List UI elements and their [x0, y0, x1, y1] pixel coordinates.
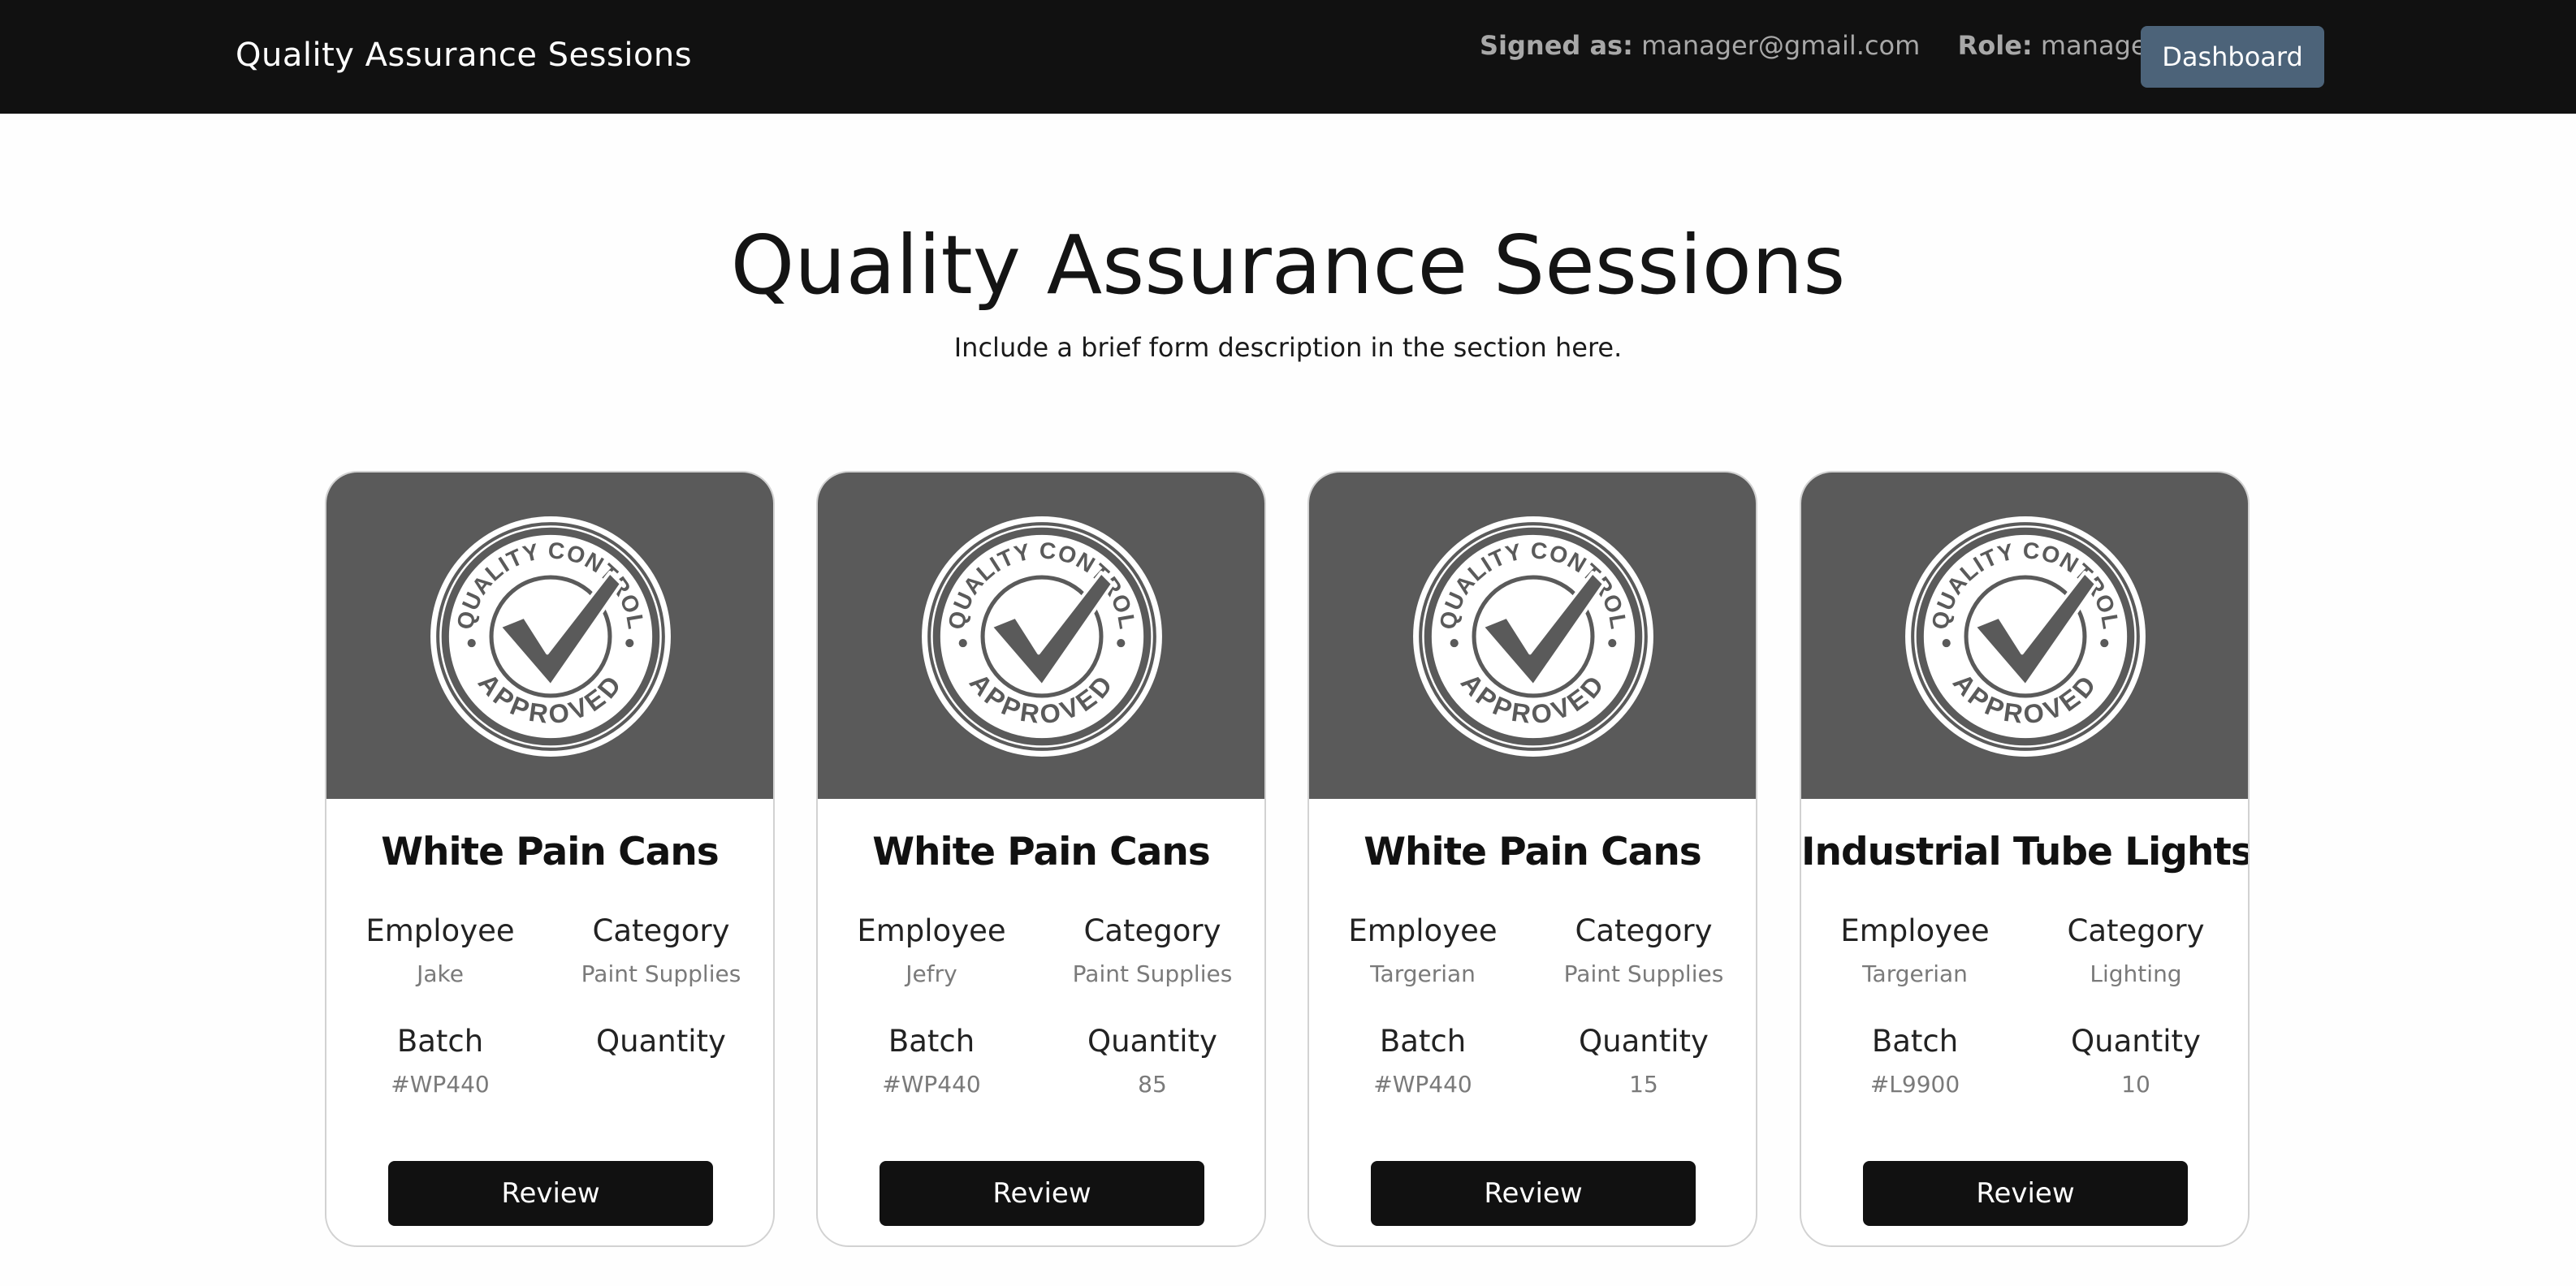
category-label: Category	[1575, 913, 1713, 948]
batch-label: Batch	[396, 1024, 484, 1059]
batch-value: #WP440	[882, 1071, 981, 1098]
quantity-label: Quantity	[2071, 1024, 2201, 1059]
category-field: Category Lighting	[2030, 911, 2241, 992]
card-title: White Pain Cans	[381, 830, 720, 874]
page-title: Quality Assurance Sessions	[730, 218, 1846, 313]
signed-as-label: Signed as:	[1480, 30, 1633, 61]
category-label: Category	[592, 913, 730, 948]
top-navbar: Quality Assurance Sessions Signed as: ma…	[0, 0, 2576, 114]
quality-control-approved-badge-icon: QUALITY CONTROL APPROVED	[922, 516, 1162, 757]
employee-value: Targerian	[1862, 960, 1968, 987]
session-card: QUALITY CONTROL APPROVED White Pain Cans…	[325, 471, 775, 1247]
dashboard-button[interactable]: Dashboard	[2141, 26, 2324, 88]
category-value: Paint Supplies	[1072, 960, 1233, 987]
batch-value: #WP440	[391, 1071, 490, 1098]
navbar-brand[interactable]: Quality Assurance Sessions	[236, 31, 692, 80]
quality-control-approved-badge-icon: QUALITY CONTROL APPROVED	[1413, 516, 1653, 757]
batch-label: Batch	[888, 1024, 975, 1059]
review-button[interactable]: Review	[880, 1161, 1204, 1226]
employee-field: Employee Targerian	[1809, 911, 2021, 992]
category-label: Category	[1083, 913, 1221, 948]
user-info: Signed as: manager@gmail.com Role: manag…	[1480, 23, 2158, 68]
quantity-label: Quantity	[1087, 1024, 1217, 1059]
employee-label: Employee	[365, 913, 515, 948]
batch-label: Batch	[1871, 1024, 1959, 1059]
card-title: White Pain Cans	[1364, 830, 1702, 874]
quantity-label: Quantity	[1579, 1024, 1709, 1059]
card-title: Industrial Tube Lights	[1801, 830, 2250, 874]
review-button[interactable]: Review	[388, 1161, 713, 1226]
employee-value: Targerian	[1370, 960, 1476, 987]
category-field: Category Paint Supplies	[555, 911, 767, 992]
quantity-label: Quantity	[596, 1024, 726, 1059]
session-card: QUALITY CONTROL APPROVED White Pain Cans…	[816, 471, 1266, 1247]
category-value: Lighting	[2090, 960, 2182, 987]
category-field: Category Paint Supplies	[1538, 911, 1749, 992]
quantity-field: Quantity 10	[2030, 1021, 2241, 1103]
batch-field: Batch #L9900	[1809, 1021, 2021, 1103]
quality-control-approved-badge-icon: QUALITY CONTROL APPROVED	[430, 516, 671, 757]
employee-label: Employee	[857, 913, 1006, 948]
review-button[interactable]: Review	[1863, 1161, 2188, 1226]
category-label: Category	[2067, 913, 2205, 948]
batch-label: Batch	[1379, 1024, 1467, 1059]
employee-label: Employee	[1840, 913, 1990, 948]
batch-field: Batch #WP440	[826, 1021, 1037, 1103]
employee-value: Jefry	[905, 960, 957, 987]
card-image: QUALITY CONTROL APPROVED	[1801, 473, 2248, 799]
page-description: Include a brief form description in the …	[953, 332, 1623, 363]
signed-as-value: manager@gmail.com	[1641, 30, 1921, 61]
employee-field: Employee Targerian	[1317, 911, 1528, 992]
quality-control-approved-badge-icon: QUALITY CONTROL APPROVED	[1905, 516, 2146, 757]
quantity-field: Quantity	[555, 1021, 767, 1067]
session-card: QUALITY CONTROL APPROVED Industrial Tube…	[1800, 471, 2250, 1247]
batch-field: Batch #WP440	[1317, 1021, 1528, 1103]
card-image: QUALITY CONTROL APPROVED	[818, 473, 1264, 799]
quantity-value: 10	[2121, 1071, 2150, 1098]
session-card: QUALITY CONTROL APPROVED White Pain Cans…	[1307, 471, 1757, 1247]
quantity-field: Quantity 85	[1047, 1021, 1258, 1103]
batch-value: #WP440	[1373, 1071, 1472, 1098]
batch-value: #L9900	[1869, 1071, 1960, 1098]
role-label: Role:	[1957, 30, 2033, 61]
employee-label: Employee	[1348, 913, 1498, 948]
quantity-value: 15	[1629, 1071, 1658, 1098]
review-button[interactable]: Review	[1371, 1161, 1696, 1226]
quantity-field: Quantity 15	[1538, 1021, 1749, 1103]
card-title: White Pain Cans	[872, 830, 1211, 874]
quantity-value: 85	[1138, 1071, 1167, 1098]
employee-field: Employee Jefry	[826, 911, 1037, 992]
category-field: Category Paint Supplies	[1047, 911, 1258, 992]
batch-field: Batch #WP440	[335, 1021, 546, 1103]
card-image: QUALITY CONTROL APPROVED	[1309, 473, 1756, 799]
employee-field: Employee Jake	[335, 911, 546, 992]
category-value: Paint Supplies	[581, 960, 741, 987]
employee-value: Jake	[417, 960, 464, 987]
card-image: QUALITY CONTROL APPROVED	[326, 473, 773, 799]
category-value: Paint Supplies	[1563, 960, 1724, 987]
